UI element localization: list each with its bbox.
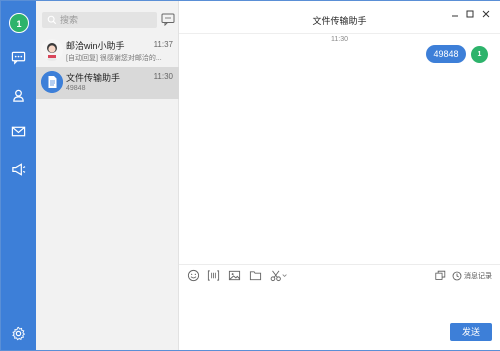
conversation-list-panel: 邮洽win小助手 11:37 [自动回复] 很感谢您对邮洽的... 文件传输助手… (36, 1, 179, 350)
app-window: 1 邮洽win小助手 11:37 (0, 0, 500, 351)
message-area (179, 34, 500, 264)
conversation-name: 文件传输助手 (66, 73, 121, 83)
conversation-item[interactable]: 邮洽win小助手 11:37 [自动回复] 很感谢您对邮洽的... (36, 35, 179, 67)
send-button[interactable]: 发送 (450, 323, 492, 341)
new-chat-icon[interactable] (161, 13, 175, 27)
mail-icon[interactable] (10, 123, 27, 140)
conversation-name: 邮洽win小助手 (66, 41, 125, 51)
conversation-item-active[interactable]: 文件传输助手 11:30 49848 (36, 67, 179, 99)
toolbar-divider (179, 264, 500, 265)
user-avatar[interactable]: 1 (9, 13, 29, 33)
search-box[interactable] (42, 12, 157, 28)
search-icon (47, 15, 57, 25)
conversation-time: 11:37 (153, 40, 173, 49)
clock-icon (452, 271, 462, 280)
minimize-icon[interactable] (450, 9, 460, 19)
conversation-time: 11:30 (153, 72, 173, 81)
chat-panel: 文件传输助手 11:30 49848 1 消息记录 发送 (179, 1, 500, 350)
message-bubble[interactable]: 49848 (426, 45, 466, 63)
sender-avatar[interactable]: 1 (471, 46, 488, 63)
message-input[interactable] (179, 286, 500, 321)
left-rail: 1 (1, 1, 36, 350)
megaphone-icon[interactable] (10, 161, 27, 178)
conversation-preview: [自动回复] 很感谢您对邮洽的... (66, 55, 162, 62)
close-icon[interactable] (481, 9, 491, 19)
file-transfer-avatar (41, 71, 63, 93)
gear-icon[interactable] (10, 325, 27, 342)
emoji-icon[interactable] (187, 269, 200, 282)
maximize-icon[interactable] (465, 9, 475, 19)
assistant-avatar (41, 39, 63, 61)
scissors-icon[interactable] (269, 269, 289, 282)
folder-icon[interactable] (249, 269, 262, 282)
image-icon[interactable] (228, 269, 241, 282)
contacts-icon[interactable] (10, 87, 27, 104)
chat-bubble-icon[interactable] (10, 49, 27, 66)
message-timestamp: 11:30 (331, 36, 348, 43)
search-input[interactable] (60, 15, 155, 25)
message-history-button[interactable]: 消息记录 (452, 269, 492, 282)
multi-window-icon[interactable] (435, 269, 446, 282)
message-history-label: 消息记录 (464, 272, 492, 280)
conversation-preview: 49848 (66, 85, 86, 92)
screenshot-area-icon[interactable] (207, 269, 220, 282)
